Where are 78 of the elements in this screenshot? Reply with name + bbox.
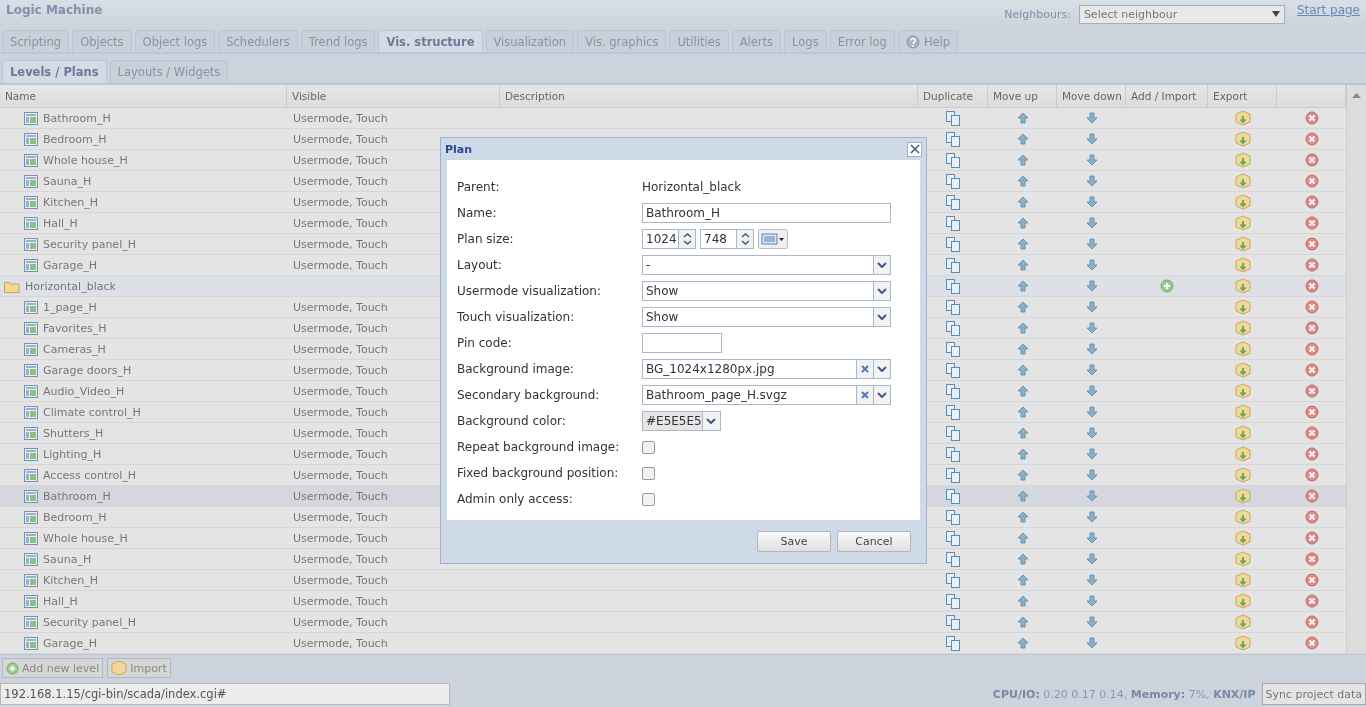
field-label: Fixed background position: bbox=[457, 466, 620, 480]
column-header: Duplicate bbox=[918, 85, 988, 107]
plan-name: Whole house_H bbox=[43, 531, 128, 545]
visible-value: Usermode, Touch bbox=[293, 468, 388, 482]
field-label: Usermode visualization: bbox=[457, 284, 602, 298]
plan-name: Climate control_H bbox=[43, 405, 141, 419]
visible-value: Usermode, Touch bbox=[293, 132, 388, 146]
plan-name: Favorites_H bbox=[43, 321, 107, 335]
visible-value: Usermode, Touch bbox=[293, 111, 388, 125]
plan-name: Bedroom_H bbox=[43, 132, 107, 146]
plan-name: Cameras_H bbox=[43, 342, 106, 356]
visible-value: Usermode, Touch bbox=[293, 195, 388, 209]
system-stats: CPU/IO: 0.20 0.17 0.14, Memory: 7%, KNX/IP bbox=[992, 687, 1256, 701]
plan-name: Bathroom_H bbox=[43, 489, 111, 503]
visible-value: Usermode, Touch bbox=[293, 342, 388, 356]
plan-name: Shutters_H bbox=[43, 426, 104, 440]
plan-name: Hall_H bbox=[43, 216, 78, 230]
visible-value: Usermode, Touch bbox=[293, 510, 388, 524]
plan-name: Security panel_H bbox=[43, 237, 136, 251]
plan-name: Bedroom_H bbox=[43, 510, 107, 524]
visible-value: Usermode, Touch bbox=[293, 258, 388, 272]
visible-value: Usermode, Touch bbox=[293, 300, 388, 314]
plan-name: Whole house_H bbox=[43, 153, 128, 167]
plan-name: Security panel_H bbox=[43, 615, 136, 629]
app-title: Logic Machine bbox=[6, 3, 104, 17]
visible-value: Usermode, Touch bbox=[293, 552, 388, 566]
field-label: Plan size: bbox=[457, 232, 515, 246]
visible-value: Usermode, Touch bbox=[293, 384, 388, 398]
field-label: Admin only access: bbox=[457, 492, 574, 506]
plan-name: Hall_H bbox=[43, 594, 78, 608]
field-label: Repeat background image: bbox=[457, 440, 621, 454]
url-field: 192.168.1.15/cgi-bin/scada/index.cgi# bbox=[0, 683, 450, 705]
visible-value: Usermode, Touch bbox=[293, 321, 388, 335]
plan-name: Garage doors_H bbox=[43, 363, 132, 377]
dialog-title: Plan bbox=[445, 142, 473, 156]
visible-value: Usermode, Touch bbox=[293, 615, 388, 629]
column-header: Name bbox=[0, 85, 287, 107]
plan-name: Access control_H bbox=[43, 468, 137, 482]
visible-value: Usermode, Touch bbox=[293, 426, 388, 440]
field-label: Parent: bbox=[457, 180, 501, 194]
plan-name: Audio_Video_H bbox=[43, 384, 125, 398]
folder-name: Horizontal_black bbox=[25, 279, 116, 293]
plan-name: 1_page_H bbox=[43, 300, 97, 314]
plan-name: Sauna_H bbox=[43, 552, 92, 566]
plan-name: Bathroom_H bbox=[43, 111, 111, 125]
column-header: Move up bbox=[988, 85, 1057, 107]
visible-value: Usermode, Touch bbox=[293, 174, 388, 188]
visible-value: Usermode, Touch bbox=[293, 531, 388, 545]
plan-name: Kitchen_H bbox=[43, 573, 99, 587]
field-label: Pin code: bbox=[457, 336, 513, 350]
plan-name: Lighting_H bbox=[43, 447, 102, 461]
field-label: Background color: bbox=[457, 414, 567, 428]
visible-value: Usermode, Touch bbox=[293, 216, 388, 230]
field-label: Touch visualization: bbox=[457, 310, 576, 324]
visible-value: Usermode, Touch bbox=[293, 363, 388, 377]
visible-value: Usermode, Touch bbox=[293, 405, 388, 419]
visible-value: Usermode, Touch bbox=[293, 237, 388, 251]
visible-value: Usermode, Touch bbox=[293, 636, 388, 650]
plan-name: Garage_H bbox=[43, 636, 98, 650]
visible-value: Usermode, Touch bbox=[293, 573, 388, 587]
field-label: Background image: bbox=[457, 362, 575, 376]
visible-value: Usermode, Touch bbox=[293, 153, 388, 167]
neighbours-label: Neighbours: bbox=[1004, 7, 1071, 21]
column-header: Description bbox=[500, 85, 918, 107]
visible-value: Usermode, Touch bbox=[293, 489, 388, 503]
column-header: Move down bbox=[1057, 85, 1126, 107]
plan-name: Kitchen_H bbox=[43, 195, 99, 209]
visible-value: Usermode, Touch bbox=[293, 447, 388, 461]
column-header: Visible bbox=[287, 85, 500, 107]
parent-value: Horizontal_black bbox=[642, 180, 742, 194]
plan-name: Sauna_H bbox=[43, 174, 92, 188]
visible-value: Usermode, Touch bbox=[293, 594, 388, 608]
field-label: Secondary background: bbox=[457, 388, 601, 402]
plan-name: Garage_H bbox=[43, 258, 98, 272]
column-header: Add / Import bbox=[1126, 85, 1208, 107]
field-label: Layout: bbox=[457, 258, 503, 272]
column-header: Export bbox=[1208, 85, 1277, 107]
field-label: Name: bbox=[457, 206, 498, 220]
